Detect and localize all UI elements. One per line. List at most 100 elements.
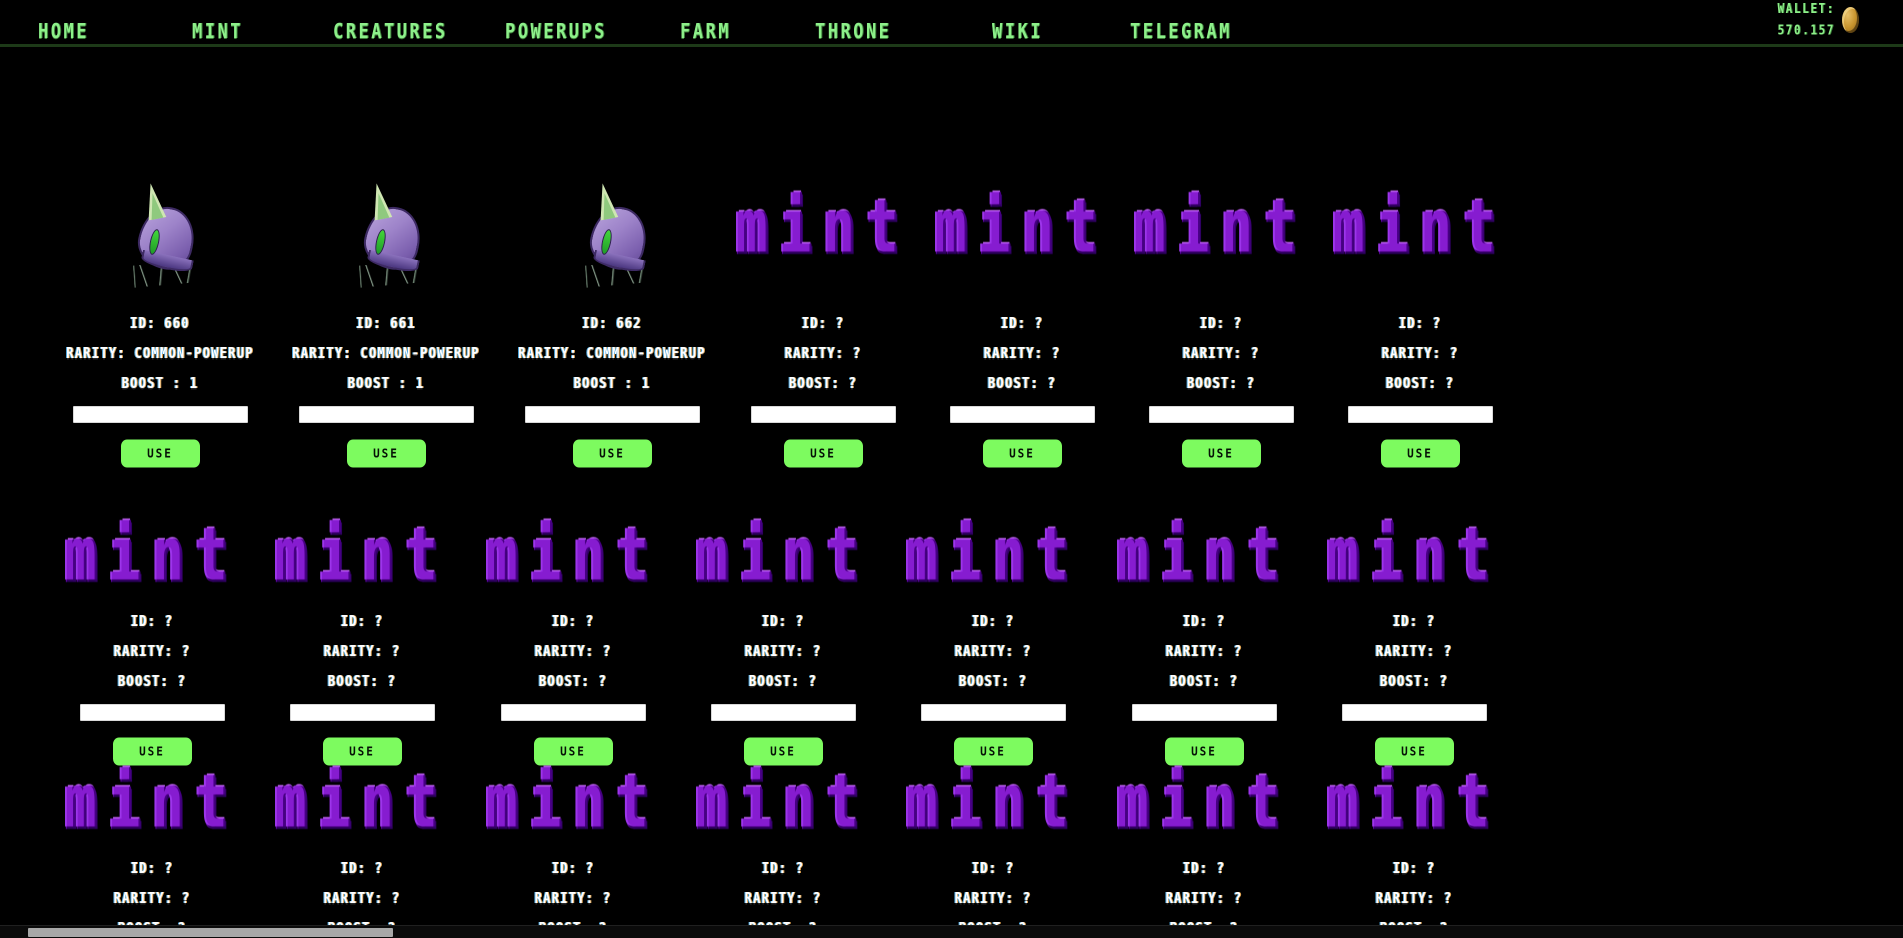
- mint-placeholder-art: mint: [274, 758, 450, 844]
- card-amount-input[interactable]: [524, 406, 700, 423]
- powerup-creature-sprite: [571, 177, 653, 288]
- mint-placeholder-art: mint: [485, 758, 661, 844]
- card-artwork: mint: [478, 510, 668, 600]
- card-artwork: mint: [57, 757, 247, 847]
- nav-telegram[interactable]: TELEGRAM: [1130, 20, 1232, 44]
- card-artwork: mint: [1109, 757, 1299, 847]
- card-rarity-label: RARITY: ?: [1375, 642, 1453, 660]
- use-button[interactable]: USE: [572, 439, 652, 468]
- mint-placeholder-art: mint: [934, 183, 1110, 269]
- card-id-label: ID: ?: [551, 612, 595, 630]
- card-boost-label: BOOST: ?: [1385, 374, 1455, 392]
- powerup-card-slot-4: mint ID: ? RARITY: ? BOOST: ? USE: [723, 152, 923, 468]
- card-amount-input[interactable]: [500, 704, 646, 721]
- card-boost-label: BOOST: ?: [117, 672, 187, 690]
- card-amount-input[interactable]: [949, 406, 1095, 423]
- card-amount-input[interactable]: [750, 406, 896, 423]
- card-amount-input[interactable]: [289, 704, 435, 721]
- horizontal-scrollbar[interactable]: [0, 925, 1903, 938]
- wallet-display[interactable]: WALLET: 570.157: [1777, 1, 1859, 38]
- card-id-label: ID: ?: [1398, 314, 1442, 332]
- card-amount-input[interactable]: [1341, 704, 1487, 721]
- card-artwork: mint: [688, 510, 878, 600]
- card-amount-input[interactable]: [1148, 406, 1294, 423]
- card-artwork: [512, 152, 712, 302]
- card-id-label: ID: ?: [761, 612, 805, 630]
- card-id-label: ID: ?: [1199, 314, 1243, 332]
- use-button[interactable]: USE: [346, 439, 426, 468]
- card-boost-label: BOOST: ?: [1169, 672, 1239, 690]
- card-rarity-label: RARITY: COMMON-POWERUP: [292, 344, 480, 362]
- card-id-label: ID: ?: [1000, 314, 1044, 332]
- nav-throne[interactable]: THRONE: [815, 20, 891, 44]
- card-rarity-label: RARITY: ?: [1165, 642, 1243, 660]
- card-artwork: mint: [1109, 510, 1299, 600]
- card-id-label: ID: ?: [801, 314, 845, 332]
- use-button[interactable]: USE: [783, 439, 863, 468]
- powerup-card-slot-5: mint ID: ? RARITY: ? BOOST: ? USE: [922, 152, 1122, 468]
- card-rarity-label: RARITY: COMMON-POWERUP: [66, 344, 254, 362]
- card-artwork: [60, 152, 260, 302]
- nav-farm[interactable]: FARM: [680, 20, 731, 44]
- powerup-card-slot-21: mintID: ?RARITY: ?BOOST: ?USE: [1319, 757, 1509, 925]
- powerup-card-slot-18: mintID: ?RARITY: ?BOOST: ?USE: [688, 757, 878, 925]
- card-id-label: ID: ?: [971, 859, 1015, 877]
- card-artwork: mint: [478, 757, 668, 847]
- mint-placeholder-art: mint: [485, 511, 661, 597]
- card-artwork: mint: [922, 152, 1122, 302]
- use-button[interactable]: USE: [1181, 439, 1261, 468]
- nav-wiki[interactable]: WIKI: [992, 20, 1043, 44]
- card-amount-input[interactable]: [72, 406, 248, 423]
- powerup-card-slot-12: mint ID: ? RARITY: ? BOOST: ? USE: [898, 510, 1088, 766]
- use-button[interactable]: USE: [982, 439, 1062, 468]
- card-artwork: mint: [898, 757, 1088, 847]
- card-rarity-label: RARITY: ?: [1182, 344, 1260, 362]
- mint-placeholder-art: mint: [905, 511, 1081, 597]
- card-rarity-label: RARITY: ?: [954, 889, 1032, 907]
- card-artwork: mint: [1320, 152, 1520, 302]
- card-boost-label: BOOST: ?: [1186, 374, 1256, 392]
- nav-creatures[interactable]: CREATURES: [333, 20, 448, 44]
- card-id-label: ID: ?: [1182, 612, 1226, 630]
- card-amount-input[interactable]: [298, 406, 474, 423]
- card-amount-input[interactable]: [710, 704, 856, 721]
- nav-powerups[interactable]: POWERUPS: [505, 20, 607, 44]
- card-rarity-label: RARITY: COMMON-POWERUP: [518, 344, 706, 362]
- mint-placeholder-art: mint: [1326, 511, 1502, 597]
- horizontal-scrollbar-thumb[interactable]: [28, 928, 393, 937]
- card-rarity-label: RARITY: ?: [534, 642, 612, 660]
- powerup-card-slot-10: mint ID: ? RARITY: ? BOOST: ? USE: [478, 510, 668, 766]
- mint-placeholder-art: mint: [1116, 511, 1292, 597]
- card-amount-input[interactable]: [1131, 704, 1277, 721]
- powerup-card-660: ID: 660 RARITY: COMMON-POWERUP BOOST : 1 US…: [60, 152, 260, 468]
- card-id-label: ID: ?: [130, 859, 174, 877]
- card-id-label: ID: ?: [130, 612, 174, 630]
- coin-icon: [1842, 7, 1859, 33]
- top-navigation-bar: HOME MINT CREATURES POWERUPS FARM THRONE WIKI T…: [0, 0, 1903, 47]
- mint-placeholder-art: mint: [274, 511, 450, 597]
- powerup-card-slot-6: mint ID: ? RARITY: ? BOOST: ? USE: [1121, 152, 1321, 468]
- card-rarity-label: RARITY: ?: [323, 642, 401, 660]
- card-id-label: ID: ?: [551, 859, 595, 877]
- card-boost-label: BOOST: ?: [958, 672, 1028, 690]
- card-amount-input[interactable]: [79, 704, 225, 721]
- nav-mint[interactable]: MINT: [192, 20, 243, 44]
- use-button[interactable]: USE: [120, 439, 200, 468]
- card-boost-label: BOOST : 1: [121, 374, 199, 392]
- card-artwork: mint: [267, 510, 457, 600]
- powerup-creature-sprite: [119, 177, 201, 288]
- powerup-creature-sprite: [345, 177, 427, 288]
- card-id-label: ID: ?: [1392, 612, 1436, 630]
- card-amount-input[interactable]: [920, 704, 1066, 721]
- mint-placeholder-art: mint: [735, 183, 911, 269]
- powerup-card-slot-16: mintID: ?RARITY: ?BOOST: ?USE: [267, 757, 457, 925]
- mint-placeholder-art: mint: [64, 511, 240, 597]
- card-artwork: mint: [1121, 152, 1321, 302]
- card-amount-input[interactable]: [1347, 406, 1493, 423]
- wallet-text: WALLET: 570.157: [1777, 0, 1835, 42]
- nav-home[interactable]: HOME: [38, 20, 89, 44]
- card-id-label: ID: ?: [340, 612, 384, 630]
- card-boost-label: BOOST: ?: [748, 672, 818, 690]
- card-artwork: mint: [898, 510, 1088, 600]
- use-button[interactable]: USE: [1380, 439, 1460, 468]
